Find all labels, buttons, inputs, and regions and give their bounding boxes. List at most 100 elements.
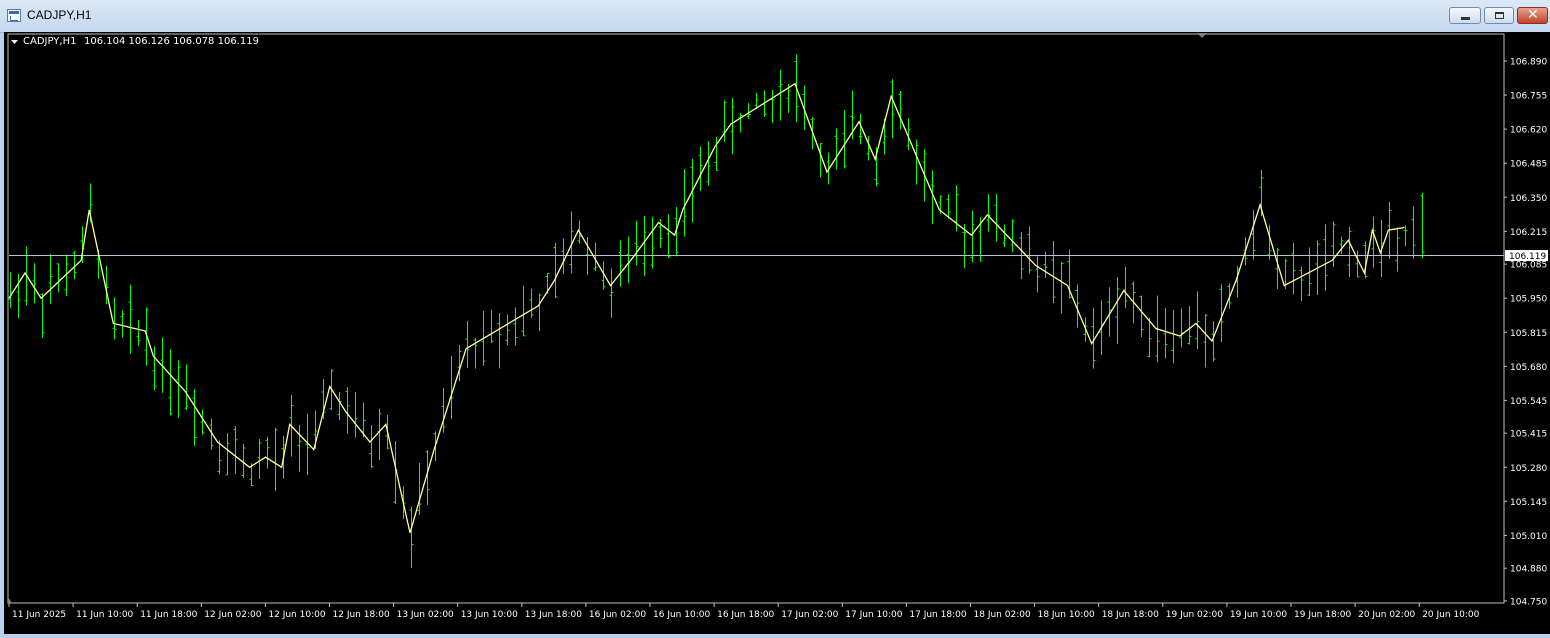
price-bar [1147,317,1152,358]
price-bar [650,216,655,269]
price-bar [112,297,117,340]
price-bar [1291,242,1296,295]
price-bar [698,146,703,191]
price-bar [1163,308,1168,359]
price-tick-label: 105.145 [1510,498,1547,508]
price-tick-label: 106.755 [1510,92,1547,102]
price-bar [136,320,141,346]
price-bar [1139,295,1144,337]
price-bar [1171,309,1176,364]
time-tick-label: 12 Jun 02:00 [204,610,261,620]
price-tick-label: 105.010 [1510,532,1547,542]
price-tick-label: 105.680 [1510,363,1547,373]
price-bar [529,288,534,318]
price-bar [257,439,262,480]
close-icon: ✕ [1527,7,1539,23]
price-bar [120,310,125,338]
price-tick-label: 105.545 [1510,397,1547,407]
price-bar [1339,236,1344,255]
price-bar [128,284,133,354]
time-tick-label: 11 Jun 10:00 [76,610,133,620]
time-tick-label: 18 Jun 02:00 [974,610,1031,620]
price-bar [986,194,991,232]
price-bar [914,139,919,185]
current-price-tag: 106.119 [1505,250,1548,262]
time-tick-label: 20 Jun 10:00 [1422,610,1479,620]
minimize-icon [1461,17,1470,20]
price-bar [642,215,647,276]
time-tick-label: 16 Jun 18:00 [717,610,774,620]
price-bar [970,210,975,263]
price-bar [1179,308,1184,348]
time-tick-label: 13 Jun 10:00 [461,610,518,620]
chart-symbol: CADJPY,H1 [23,36,76,47]
price-bar [1420,192,1425,259]
price-bar [489,309,494,343]
price-bar [770,89,775,123]
price-bar [1187,306,1192,345]
price-bar [1123,266,1128,309]
chart-shift-icon[interactable] [1197,33,1207,38]
price-bar [1299,266,1304,302]
price-bar [1203,314,1208,368]
time-tick-label: 17 Jun 10:00 [845,610,902,620]
time-tick-label: 17 Jun 18:00 [909,610,966,620]
price-bar [537,293,542,332]
price-bar [1251,210,1256,260]
price-bar [449,356,454,419]
price-bar [1371,216,1376,268]
time-tick-label: 20 Jun 02:00 [1358,610,1415,620]
price-bar [778,69,783,121]
price-bar [1395,227,1400,272]
current-price-label: 106.119 [1509,252,1546,262]
time-tick-label: 17 Jun 02:00 [781,610,838,620]
close-button[interactable]: ✕ [1517,7,1548,24]
time-tick-label: 18 Jun 18:00 [1102,610,1159,620]
price-bar [1051,240,1056,304]
time-tick-label: 16 Jun 10:00 [653,610,710,620]
price-chart[interactable]: CADJPY,H1 106.104 106.126 106.078 106.11… [4,32,1550,634]
maximize-icon [1495,12,1504,19]
price-bar [609,268,614,318]
time-tick-label: 11 Jun 2025 [12,610,66,620]
price-bar [369,424,374,468]
price-bar [265,437,270,469]
price-bar [1115,277,1120,344]
price-bar [1411,206,1416,259]
time-tick-label: 19 Jun 02:00 [1166,610,1223,620]
ohlc-readout: 106.104 106.126 106.078 106.119 [84,36,259,47]
chart-area[interactable]: CADJPY,H1 106.104 106.126 106.078 106.11… [4,32,1550,634]
price-bar [1323,224,1328,291]
price-bar [297,424,302,472]
price-tick-label: 106.215 [1510,228,1547,238]
price-bar [40,293,45,339]
price-bar [626,236,631,284]
price-bar [152,346,157,391]
price-bar [377,408,382,461]
minimize-button[interactable] [1449,7,1481,24]
price-tick-label: 105.950 [1510,295,1547,305]
price-tick-label: 105.415 [1510,430,1547,440]
price-bar [465,320,470,368]
price-bar [818,143,823,178]
time-tick-label: 11 Jun 18:00 [140,610,197,620]
price-bar [8,272,13,308]
price-tick-label: 105.815 [1510,329,1547,339]
title-bar: CADJPY,H1 ✕ [0,0,1550,33]
autoscroll-icon [8,597,12,603]
header-triangle-icon[interactable] [11,40,18,44]
price-bar [618,240,623,287]
maximize-button[interactable] [1484,7,1514,24]
price-bar [200,409,205,435]
price-bar [225,432,230,476]
time-tick-label: 13 Jun 02:00 [397,610,454,620]
price-bar [1027,226,1032,274]
price-bar [553,242,558,298]
price-tick-label: 106.350 [1510,194,1547,204]
price-bar [32,263,37,304]
price-bar [890,79,895,139]
price-bar [1059,261,1064,314]
price-bar [746,103,751,120]
price-tick-label: 104.880 [1510,565,1547,575]
price-tick-label: 106.890 [1510,58,1547,68]
